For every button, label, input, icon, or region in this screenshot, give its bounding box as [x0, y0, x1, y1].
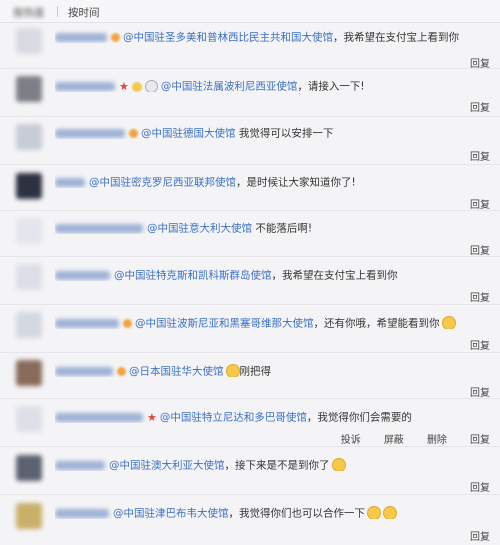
comment-row: @中国驻密克罗尼西亚联邦使馆，是时候让大家知道你了! 回复	[0, 164, 500, 211]
mini-avatar-icon	[144, 80, 158, 92]
comment-text: ，我希望在支付宝上看到你	[271, 269, 398, 282]
username[interactable]	[55, 319, 119, 328]
mention-link[interactable]: @中国驻特立尼达和多巴哥使馆	[160, 412, 307, 424]
username[interactable]	[55, 178, 85, 187]
grin-emoji-icon	[331, 457, 346, 471]
star-badge-icon: ★	[147, 411, 157, 423]
reply-button[interactable]: 回复	[470, 242, 490, 257]
mention-link[interactable]: @中国驻意大利大使馆	[147, 223, 252, 235]
comment-text: ，我希望在支付宝上看到你	[333, 31, 459, 44]
username[interactable]	[55, 461, 105, 470]
reply-button[interactable]: 回复	[470, 148, 490, 163]
vip-badge-icon	[123, 319, 132, 328]
reply-button[interactable]: 回复	[470, 431, 490, 446]
username[interactable]	[55, 82, 115, 91]
block-button[interactable]: 屏蔽	[384, 431, 404, 446]
comment-row: @中国驻意大利大使馆 不能落后啊! 回复	[0, 210, 500, 257]
sort-by-time-tab[interactable]: 按时间	[68, 5, 100, 20]
avatar[interactable]	[16, 406, 42, 432]
comment-text: 我觉得可以安排一下	[235, 127, 334, 140]
report-button[interactable]: 投诉	[341, 431, 361, 446]
comment-row: @日本国驻华大使馆 刚把得 回复	[0, 352, 500, 399]
cry-emoji-icon	[367, 505, 381, 519]
avatar[interactable]	[16, 124, 42, 150]
avatar[interactable]	[16, 312, 42, 338]
comment-text: 不能落后啊!	[252, 222, 313, 235]
grin-emoji-icon	[225, 363, 240, 377]
reply-button[interactable]: 回复	[470, 384, 490, 399]
comment-row: @中国驻澳大利亚大使馆，接下来是不是到你了 回复	[0, 446, 500, 495]
username[interactable]	[55, 413, 143, 422]
comment-text: ，是时候让大家知道你了!	[236, 176, 356, 189]
sort-bar: 按热度 按时间	[0, 0, 500, 23]
avatar[interactable]	[16, 173, 42, 199]
comment-row: @中国驻德国大使馆 我觉得可以安排一下 回复	[0, 116, 500, 165]
avatar[interactable]	[16, 503, 42, 529]
comment-text: ，还有你哦，希望能看到你	[313, 317, 440, 330]
avatar[interactable]	[16, 28, 42, 54]
sort-divider	[57, 6, 58, 17]
comment-text: ，我觉得你们也可以合作一下	[228, 507, 366, 520]
mention-link[interactable]: @中国驻德国大使馆	[141, 128, 236, 140]
username[interactable]	[55, 271, 110, 280]
avatar[interactable]	[16, 218, 42, 244]
comment-row: ★ @中国驻特立尼达和多巴哥使馆，我觉得你们会需要的 投诉 屏蔽 删除 回复	[0, 398, 500, 447]
star-badge-icon: ★	[119, 80, 129, 92]
vip-badge-icon	[117, 367, 126, 376]
mention-link[interactable]: @日本国驻华大使馆	[129, 366, 224, 378]
username[interactable]	[55, 509, 109, 518]
reply-button[interactable]: 回复	[470, 479, 490, 494]
comment-text: 刚把得	[239, 365, 272, 378]
avatar[interactable]	[16, 360, 42, 386]
mention-link[interactable]: @中国驻特克斯和凯科斯群岛使馆	[114, 270, 272, 282]
vip-badge-icon	[129, 129, 138, 138]
cry-emoji-icon	[383, 505, 397, 519]
reply-button[interactable]: 回复	[470, 196, 490, 211]
mention-link[interactable]: @中国驻澳大利亚大使馆	[109, 460, 225, 472]
reply-button[interactable]: 回复	[470, 289, 490, 304]
avatar[interactable]	[16, 455, 42, 481]
comment-text: ，请接入一下!	[297, 80, 365, 93]
username[interactable]	[55, 129, 125, 138]
comment-text: ，接下来是不是到你了	[224, 459, 330, 472]
vip-badge-icon	[111, 33, 120, 42]
comment-row: @中国驻津巴布韦大使馆，我觉得你们也可以合作一下 回复	[0, 494, 500, 545]
comment-text: ，我觉得你们会需要的	[306, 411, 412, 424]
mention-link[interactable]: @中国驻法属波利尼西亚使馆	[161, 81, 298, 93]
comment-row: @中国驻特克斯和凯科斯群岛使馆，我希望在支付宝上看到你 回复	[0, 256, 500, 305]
username[interactable]	[55, 224, 143, 233]
reply-button[interactable]: 回复	[470, 99, 490, 114]
sort-by-hot-tab[interactable]: 按热度	[13, 5, 45, 20]
mention-link[interactable]: @中国驻波斯尼亚和黑塞哥维那大使馆	[135, 318, 314, 330]
emoji-badge-icon	[131, 81, 142, 92]
delete-button[interactable]: 删除	[427, 431, 447, 446]
reply-button[interactable]: 回复	[470, 528, 490, 543]
mention-link[interactable]: @中国驻津巴布韦大使馆	[113, 508, 229, 520]
avatar[interactable]	[16, 76, 42, 102]
mention-link[interactable]: @中国驻圣多美和普林西比民主共和国大使馆	[123, 32, 333, 44]
comment-row: @中国驻圣多美和普林西比民主共和国大使馆，我希望在支付宝上看到你 回复	[0, 22, 500, 70]
reply-button[interactable]: 回复	[470, 337, 490, 352]
username[interactable]	[55, 367, 113, 376]
avatar[interactable]	[16, 264, 42, 290]
comment-row: @中国驻波斯尼亚和黑塞哥维那大使馆，还有你哦，希望能看到你 回复	[0, 304, 500, 353]
smile-emoji-icon	[441, 315, 456, 329]
mention-link[interactable]: @中国驻密克罗尼西亚联邦使馆	[89, 177, 236, 189]
comment-row: ★ @中国驻法属波利尼西亚使馆，请接入一下! 回复	[0, 68, 500, 117]
username[interactable]	[55, 33, 107, 42]
